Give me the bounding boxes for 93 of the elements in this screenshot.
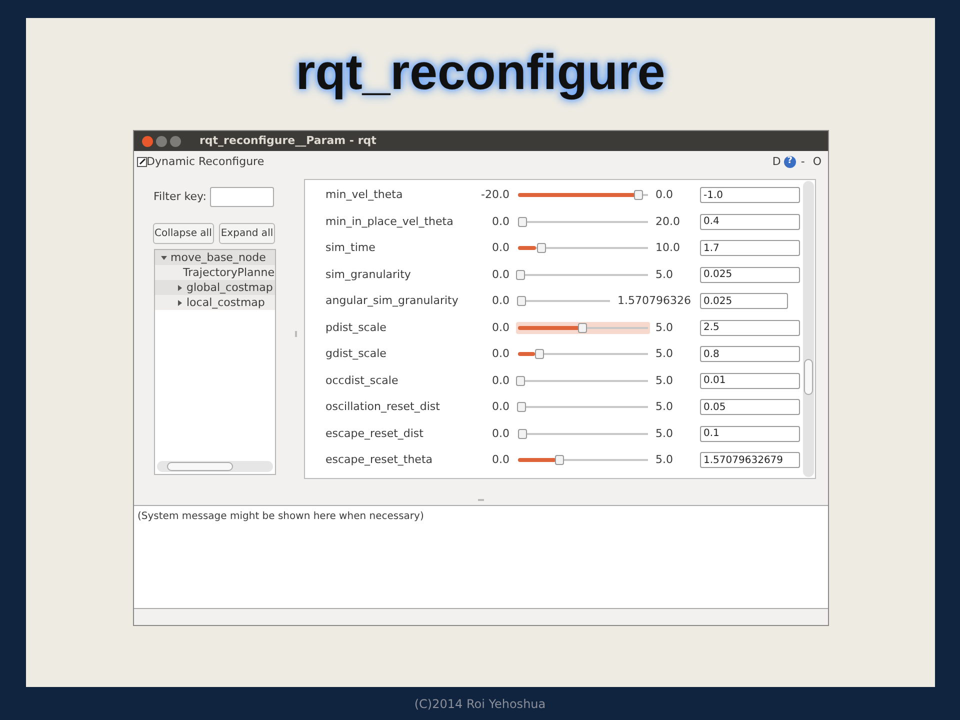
help-button[interactable]: ? (784, 156, 796, 168)
parameter-name: escape_reset_theta (326, 452, 434, 468)
slider-thumb[interactable] (516, 270, 526, 280)
value-field[interactable]: 0.1 (700, 426, 800, 442)
slider[interactable] (516, 322, 650, 334)
parameter-name: oscillation_reset_dist (326, 399, 441, 415)
slider[interactable] (516, 428, 650, 440)
vertical-scrollbar[interactable] (802, 181, 814, 477)
max-value: 0.0 (656, 187, 674, 203)
minimize-button[interactable] (156, 136, 166, 146)
max-value: 5.0 (656, 452, 674, 468)
min-value: -20.0 (480, 187, 510, 203)
value-field[interactable]: 1.57079632679 (700, 452, 800, 468)
horizontal-scrollbar[interactable] (156, 461, 272, 472)
parameter-name: min_in_place_vel_theta (326, 214, 454, 230)
parameter-name: occdist_scale (326, 372, 400, 389)
docs-button[interactable]: D (771, 154, 782, 170)
filter-label: Filter key: (154, 188, 206, 205)
filter-field[interactable] (210, 187, 274, 207)
value-field[interactable]: 0.025 (700, 266, 800, 283)
slider-thumb[interactable] (516, 402, 526, 412)
slide-footer: (C)2014 Roi Yehoshua (414, 694, 546, 712)
slider-thumb[interactable] (516, 296, 526, 306)
parameter-name: pdist_scale (326, 320, 388, 336)
max-value: 5.0 (656, 320, 674, 336)
max-value: 5.0 (656, 372, 674, 388)
max-value: 5.0 (656, 399, 674, 415)
parameter-name: gdist_scale (326, 346, 388, 362)
tree-item[interactable]: move_base_node (154, 250, 274, 265)
splitter-handle[interactable] (294, 331, 296, 337)
slider-thumb[interactable] (554, 455, 564, 466)
parameter-name: angular_sim_granularity (326, 293, 460, 309)
slider[interactable] (516, 454, 650, 466)
slider-thumb[interactable] (518, 428, 527, 439)
min-value: 0.0 (491, 426, 510, 442)
value-field[interactable]: 0.01 (700, 372, 800, 389)
slider-thumb[interactable] (578, 322, 587, 333)
close-button[interactable]: O (810, 154, 824, 170)
tree-item[interactable]: TrajectoryPlanne (154, 265, 274, 280)
edit-icon (136, 157, 146, 167)
parameter-name: min_vel_theta (326, 187, 404, 203)
minimize-button[interactable]: - (798, 154, 808, 170)
slider[interactable] (516, 216, 650, 228)
min-value: 0.0 (491, 399, 510, 415)
slider[interactable] (516, 401, 650, 414)
value-field[interactable]: 2.5 (700, 320, 800, 336)
window-title: rqt_reconfigure__Param - rqt (200, 132, 376, 149)
tree-button[interactable]: Expand all (218, 223, 276, 244)
max-value: 20.0 (656, 214, 681, 230)
slider-thumb[interactable] (535, 349, 544, 360)
max-value: 5.0 (656, 426, 674, 442)
tree-item[interactable]: local_costmap (154, 295, 274, 310)
maximize-button[interactable] (170, 136, 180, 146)
tree-button[interactable]: Collapse all (152, 223, 214, 244)
plugin-title: Dynamic Reconfigure (146, 154, 264, 170)
slider[interactable] (516, 189, 650, 202)
slider[interactable] (516, 348, 650, 360)
max-value: 1.570796326 (618, 293, 692, 309)
value-field[interactable]: 0.05 (700, 399, 800, 416)
min-value: 0.0 (491, 320, 510, 336)
slide-title: rqt_reconfigure (296, 43, 666, 102)
value-field[interactable]: 0.4 (700, 214, 800, 230)
max-value: 5.0 (656, 266, 674, 282)
slider-thumb[interactable] (536, 243, 546, 254)
value-field[interactable]: 1.7 (700, 240, 800, 256)
slider-thumb[interactable] (634, 190, 644, 200)
close-button[interactable] (142, 136, 152, 146)
value-field[interactable]: -1.0 (700, 187, 800, 204)
min-value: 0.0 (491, 452, 510, 468)
min-value: 0.0 (491, 266, 510, 282)
system-message: (System message might be shown here when necessary) (138, 511, 424, 522)
value-field[interactable]: 0.8 (700, 346, 800, 362)
slider[interactable] (516, 374, 650, 387)
slider[interactable] (516, 242, 650, 254)
max-value: 10.0 (656, 240, 681, 256)
parameter-name: escape_reset_dist (326, 426, 424, 442)
max-value: 5.0 (656, 346, 674, 362)
parameter-name: sim_time (326, 240, 376, 256)
min-value: 0.0 (491, 372, 510, 388)
scrollbar-thumb[interactable] (804, 359, 812, 395)
slider[interactable] (516, 268, 650, 281)
value-field[interactable]: 0.025 (700, 293, 788, 310)
slider[interactable] (516, 295, 612, 308)
parameter-name: sim_granularity (326, 266, 412, 283)
min-value: 0.0 (491, 214, 510, 230)
slider-thumb[interactable] (516, 376, 525, 386)
splitter-handle[interactable] (478, 499, 484, 501)
min-value: 0.0 (491, 240, 510, 256)
tree-item[interactable]: global_costmap (154, 280, 274, 295)
min-value: 0.0 (491, 346, 510, 362)
scrollbar-thumb[interactable] (166, 462, 232, 471)
slider-thumb[interactable] (518, 216, 527, 227)
min-value: 0.0 (491, 293, 510, 309)
